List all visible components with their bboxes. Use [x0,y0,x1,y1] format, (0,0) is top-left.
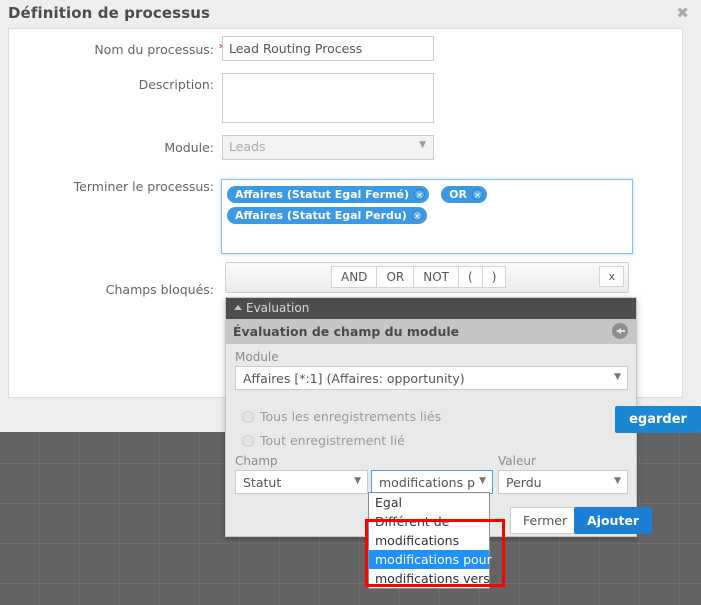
chevron-down-icon: ▼ [614,476,621,486]
remove-icon[interactable]: ✕ [414,189,426,200]
popup-value-label: Valeur [498,454,536,468]
chevron-down-icon: ▼ [614,372,621,382]
condition-tag-label: Affaires (Statut Egal Perdu) [235,209,407,222]
evaluation-subheader-label: Évaluation de champ du module [233,324,460,339]
chevron-down-icon: ▼ [354,476,361,486]
popup-module-label: Module [235,350,279,364]
condition-tag-label: Affaires (Statut Egal Fermé) [235,188,410,201]
option-modifications[interactable]: modifications [369,531,489,550]
operator-option-list[interactable]: Egal Différent de modifications modifica… [368,492,492,589]
add-condition-button[interactable]: Ajouter [574,507,653,534]
close-popup-button[interactable]: Fermer [510,507,581,534]
chevron-down-icon: ▼ [419,140,426,150]
radio-all-linked-records[interactable] [242,411,254,423]
evaluation-subheader: Évaluation de champ du module [226,319,636,344]
save-button[interactable]: egarder [615,406,701,433]
popup-field-select[interactable]: Statut ▼ [235,470,368,494]
radio-all-linked-records-label: Tous les enregistrements liés [260,409,442,424]
popup-field-value: Statut [243,475,282,490]
modal-header: Définition de processus ✖ [0,0,701,30]
condition-tag-label: OR [449,188,467,201]
option-different-de[interactable]: Différent de [369,512,489,531]
radio-any-linked-record[interactable] [242,435,254,447]
back-arrow-icon[interactable] [612,323,628,339]
condition-tag[interactable]: OR ✕ [441,186,487,203]
module-select[interactable]: Leads ▼ [222,135,434,160]
clear-conditions-button[interactable]: x [599,266,624,287]
operator-button-open-paren[interactable]: ( [458,266,482,288]
popup-operator-value: modifications p [379,475,476,490]
module-label: Module: [164,140,214,155]
terminate-process-label: Terminer le processus: [73,179,214,194]
process-name-label: Nom du processus: [94,42,214,57]
operator-button-and[interactable]: AND [331,266,377,288]
popup-module-select[interactable]: Affaires [*:1] (Affaires: opportunity) ▼ [235,366,628,390]
operator-button-close-paren[interactable]: ) [481,266,507,288]
operator-button-not[interactable]: NOT [413,266,458,288]
description-label: Description: [138,77,214,92]
module-select-value: Leads [229,139,266,154]
remove-icon[interactable]: ✕ [411,210,423,221]
option-modifications-vers[interactable]: modifications vers [369,569,490,588]
popup-module-value: Affaires [*:1] (Affaires: opportunity) [243,371,465,386]
terminate-condition-box[interactable]: Affaires (Statut Egal Fermé) ✕ OR ✕ Affa… [221,179,633,254]
operator-toolbar: AND OR NOT ( ) x [225,262,629,293]
chevron-down-icon: ▼ [479,476,486,486]
popup-value-select[interactable]: Perdu ▼ [498,470,628,494]
description-textarea[interactable] [222,73,434,123]
popup-operator-select[interactable]: modifications p ▼ [371,470,493,494]
remove-icon[interactable]: ✕ [471,189,483,200]
blocked-fields-label: Champs bloqués: [105,282,214,297]
save-button-label: egarder [629,412,687,427]
operator-button-or[interactable]: OR [376,266,414,288]
popup-field-label: Champ [235,454,278,468]
option-egal[interactable]: Egal [369,493,489,512]
close-icon[interactable]: ✖ [676,4,689,22]
operator-button-group: AND OR NOT ( ) [331,266,507,288]
option-modifications-pour[interactable]: modifications pour [369,550,492,569]
condition-tag[interactable]: Affaires (Statut Egal Perdu) ✕ [227,207,427,224]
evaluation-header-label: Evaluation [246,301,310,315]
condition-tag[interactable]: Affaires (Statut Egal Fermé) ✕ [227,186,430,203]
radio-any-linked-record-label: Tout enregistrement lié [260,433,405,448]
collapse-triangle-icon [234,305,242,310]
page-title: Définition de processus [8,4,211,22]
popup-value-value: Perdu [506,475,542,490]
process-name-input[interactable] [222,36,434,61]
evaluation-header[interactable]: Evaluation [226,298,636,319]
